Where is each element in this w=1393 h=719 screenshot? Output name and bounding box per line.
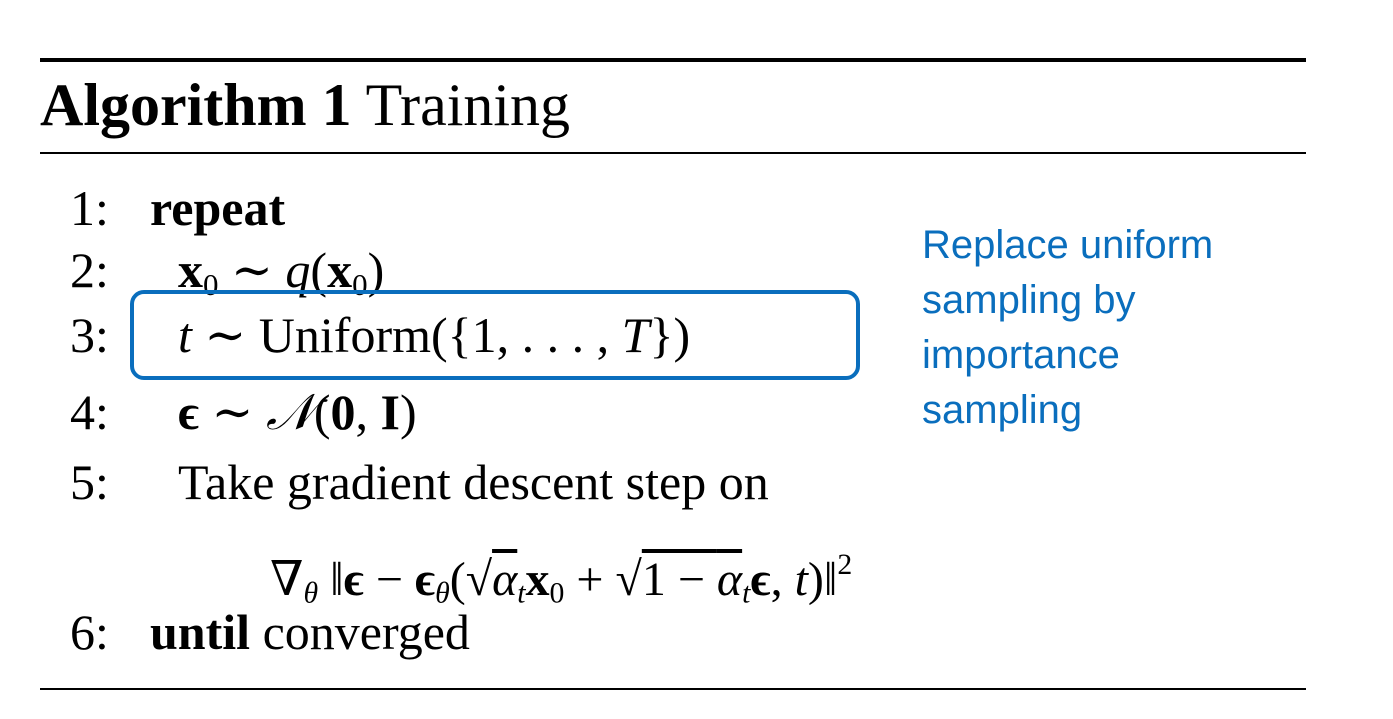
line-number: 4: (70, 384, 109, 440)
header-rule (40, 152, 1306, 154)
annotation-line: sampling by (922, 278, 1136, 322)
bottom-rule (40, 688, 1306, 690)
line-number: 6: (70, 604, 109, 660)
line-number: 1: (70, 180, 109, 236)
algorithm-name: Training (365, 72, 571, 138)
gradient-step-text: Take gradient descent step on (178, 454, 769, 510)
sample-noise-statement: ϵ ∼ 𝒩(0, I) (178, 384, 417, 440)
keyword-until: until (150, 604, 251, 660)
line-number: 5: (70, 454, 109, 510)
until-statement: until converged (150, 602, 470, 662)
annotation-line: sampling (922, 388, 1083, 432)
annotation-note: Replace uniform sampling by importance s… (922, 218, 1322, 438)
until-condition: converged (262, 604, 470, 660)
annotation-line: Replace uniform (922, 223, 1214, 267)
highlight-box (130, 290, 860, 380)
top-rule (40, 58, 1306, 62)
keyword-repeat: repeat (150, 180, 286, 236)
line-number: 3: (70, 307, 109, 363)
algorithm-title: Algorithm 1 Training (40, 66, 570, 144)
annotation-line: importance (922, 333, 1120, 377)
line-number: 2: (70, 242, 109, 298)
algorithm-label: Algorithm 1 (40, 72, 352, 138)
